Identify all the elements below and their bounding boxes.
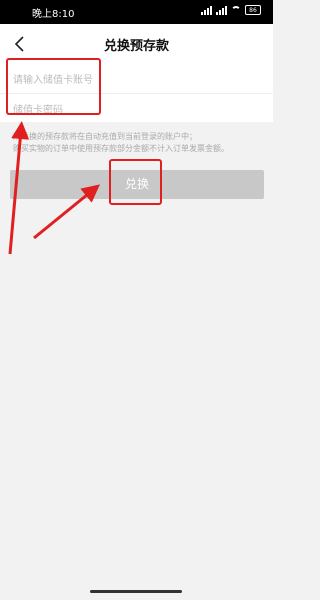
page-title: 兑换预存款 bbox=[103, 39, 169, 54]
status-time: 晚上8:10 bbox=[32, 9, 75, 20]
signal-icon-2 bbox=[216, 5, 227, 15]
notes: 所兑换的预存款将在自动充值到当前登录的账户中； 购买实物的订单中使用预存款部分金… bbox=[13, 131, 268, 155]
home-indicator bbox=[90, 590, 182, 593]
status-bar: 晚上8:10 86 bbox=[0, 0, 273, 24]
annotation-box-button bbox=[109, 159, 162, 205]
status-icons: 86 bbox=[201, 5, 261, 15]
annotation-box-inputs bbox=[6, 58, 101, 115]
signal-icon bbox=[201, 5, 212, 15]
battery-icon: 86 bbox=[245, 5, 261, 15]
note-line: 所兑换的预存款将在自动充值到当前登录的账户中； bbox=[13, 132, 197, 141]
note-line: 购买实物的订单中使用预存款部分金额不计入订单发票金额。 bbox=[13, 144, 229, 153]
wifi-icon bbox=[231, 5, 241, 15]
